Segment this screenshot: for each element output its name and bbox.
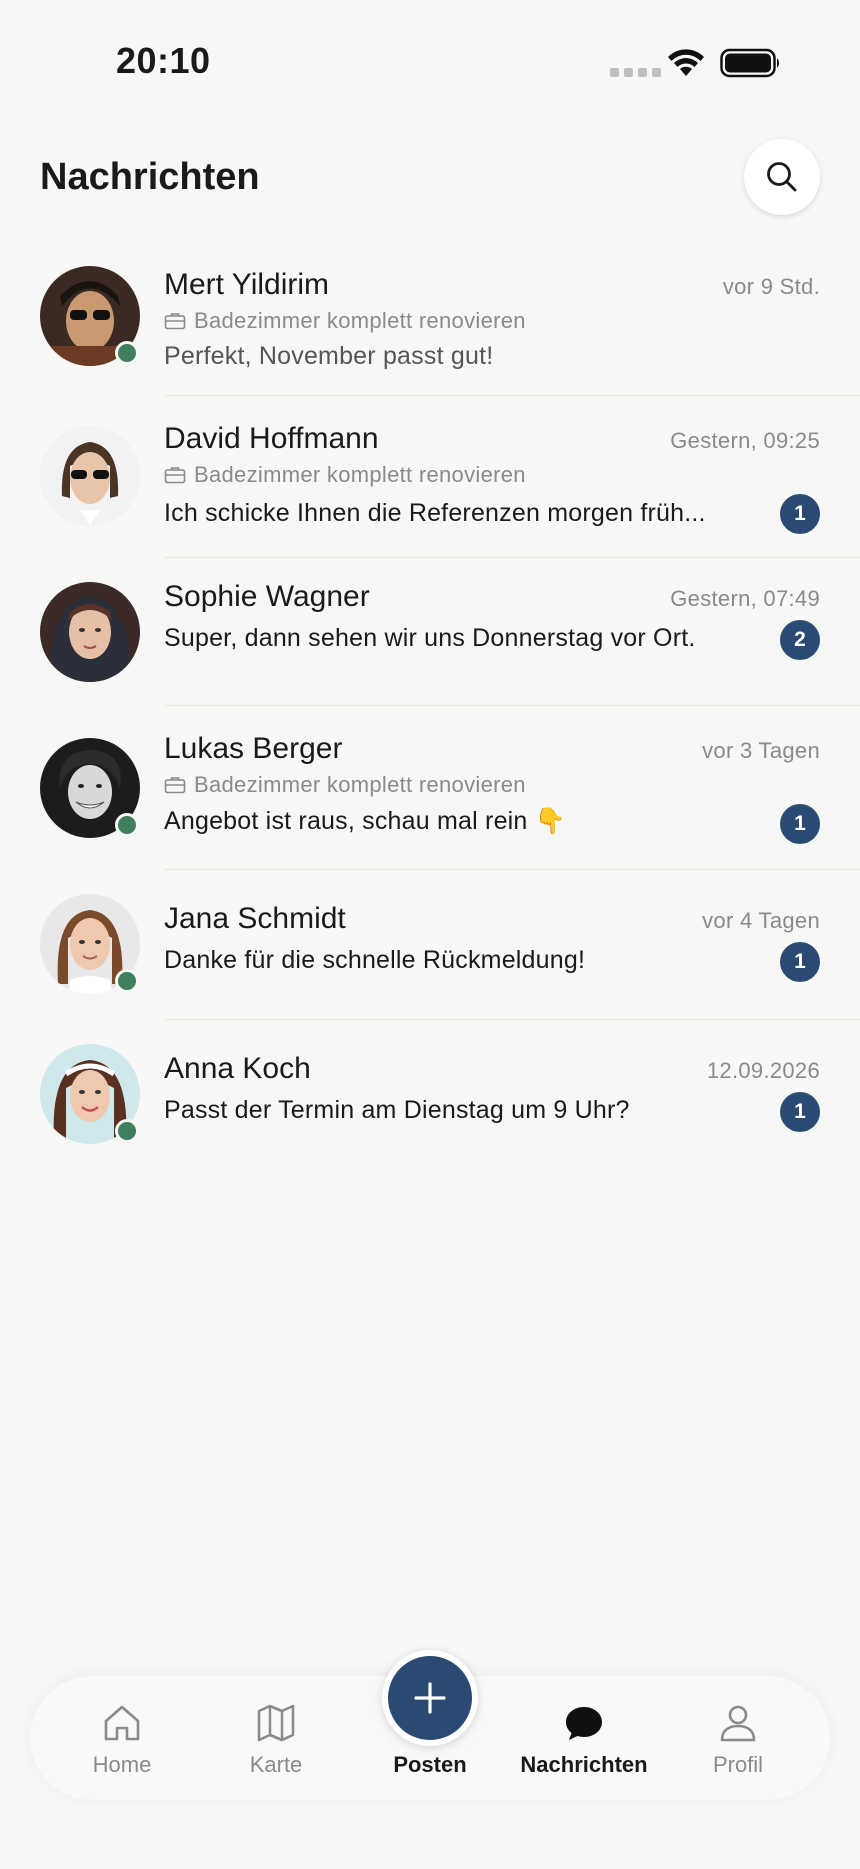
unread-badge: 1	[780, 942, 820, 982]
plus-icon	[414, 1682, 446, 1714]
project-label: Badezimmer komplett renovieren	[194, 462, 526, 487]
project-tag: Badezimmer komplett renovieren	[164, 462, 526, 488]
status-time: 20:10	[116, 40, 211, 81]
unread-badge: 1	[780, 494, 820, 534]
project-label: Badezimmer komplett renovieren	[194, 772, 526, 797]
nav-item-profile[interactable]: Profil	[668, 1676, 808, 1800]
nav-item-home[interactable]: Home	[52, 1676, 192, 1800]
conversation-row[interactable]: David Hoffmann Gestern, 09:25 Badezimmer…	[0, 396, 860, 558]
contact-name: Lukas Berger	[164, 732, 343, 765]
contact-name: Mert Yildirim	[164, 268, 330, 301]
nav-label: Karte	[249, 1752, 303, 1777]
project-label: Badezimmer komplett renovieren	[194, 308, 526, 333]
briefcase-icon	[164, 467, 186, 484]
message-preview: Passt der Termin am Dienstag um 9 Uhr?	[164, 1096, 630, 1124]
search-icon	[767, 162, 797, 192]
conversation-row[interactable]: Anna Koch 12.09.2026 Passt der Termin am…	[0, 1020, 860, 1170]
online-indicator	[115, 341, 139, 365]
nav-label: Profil	[712, 1752, 764, 1777]
message-time: vor 4 Tagen	[702, 908, 820, 933]
cellular-signal-icon	[610, 68, 661, 77]
contact-name: Anna Koch	[164, 1052, 311, 1085]
message-time: Gestern, 07:49	[670, 586, 820, 611]
nav-label: Home	[92, 1752, 152, 1777]
avatar	[40, 582, 140, 682]
nav-item-messages[interactable]: Nachrichten	[514, 1676, 654, 1800]
contact-name: Jana Schmidt	[164, 902, 346, 935]
avatar	[40, 894, 140, 994]
battery-icon	[720, 48, 779, 78]
message-preview: Angebot ist raus, schau mal rein 👇	[164, 807, 567, 835]
status-bar: 20:10	[0, 0, 860, 120]
project-tag: Badezimmer komplett renovieren	[164, 772, 526, 798]
conversation-row[interactable]: Sophie Wagner Gestern, 07:49 Super, dann…	[0, 558, 860, 706]
conversation-row[interactable]: Jana Schmidt vor 4 Tagen Danke für die s…	[0, 870, 860, 1020]
message-time: Gestern, 09:25	[670, 428, 820, 453]
avatar	[40, 1044, 140, 1144]
messages-screen: 20:10 Nachrichten Mert Yildirim vor 9 St…	[0, 0, 860, 1869]
nav-item-map[interactable]: Karte	[206, 1676, 346, 1800]
message-time: vor 9 Std.	[722, 274, 820, 299]
wifi-icon	[668, 49, 704, 76]
message-time: vor 3 Tagen	[702, 738, 820, 763]
post-label[interactable]: Posten	[360, 1752, 500, 1778]
avatar	[40, 266, 140, 366]
unread-badge: 1	[780, 804, 820, 844]
online-indicator	[115, 813, 139, 837]
avatar	[40, 426, 140, 526]
map-icon	[257, 1704, 295, 1742]
post-button[interactable]	[382, 1650, 478, 1746]
message-preview: Danke für die schnelle Rückmeldung!	[164, 946, 586, 974]
briefcase-icon	[164, 777, 186, 794]
online-indicator	[115, 969, 139, 993]
online-indicator	[115, 1119, 139, 1143]
nav-label: Nachrichten	[520, 1752, 648, 1777]
contact-name: Sophie Wagner	[164, 580, 370, 613]
conversation-list: Mert Yildirim vor 9 Std. Badezimmer komp…	[0, 256, 860, 1170]
avatar	[40, 738, 140, 838]
message-preview: Perfekt, November passt gut!	[164, 342, 494, 370]
message-preview: Ich schicke Ihnen die Referenzen morgen …	[164, 499, 706, 527]
unread-badge: 1	[780, 1092, 820, 1132]
unread-badge: 2	[780, 620, 820, 660]
profile-icon	[720, 1705, 756, 1742]
message-preview: Super, dann sehen wir uns Donnerstag vor…	[164, 624, 696, 652]
chat-bubble-icon	[566, 1707, 602, 1740]
conversation-row[interactable]: Lukas Berger vor 3 Tagen Badezimmer komp…	[0, 706, 860, 870]
contact-name: David Hoffmann	[164, 422, 379, 455]
search-button[interactable]	[744, 139, 820, 215]
message-time: 12.09.2026	[706, 1058, 820, 1083]
page-title: Nachrichten	[40, 156, 260, 198]
home-icon	[104, 1705, 140, 1741]
briefcase-icon	[164, 313, 186, 330]
conversation-row[interactable]: Mert Yildirim vor 9 Std. Badezimmer komp…	[0, 256, 860, 396]
project-tag: Badezimmer komplett renovieren	[164, 308, 526, 334]
